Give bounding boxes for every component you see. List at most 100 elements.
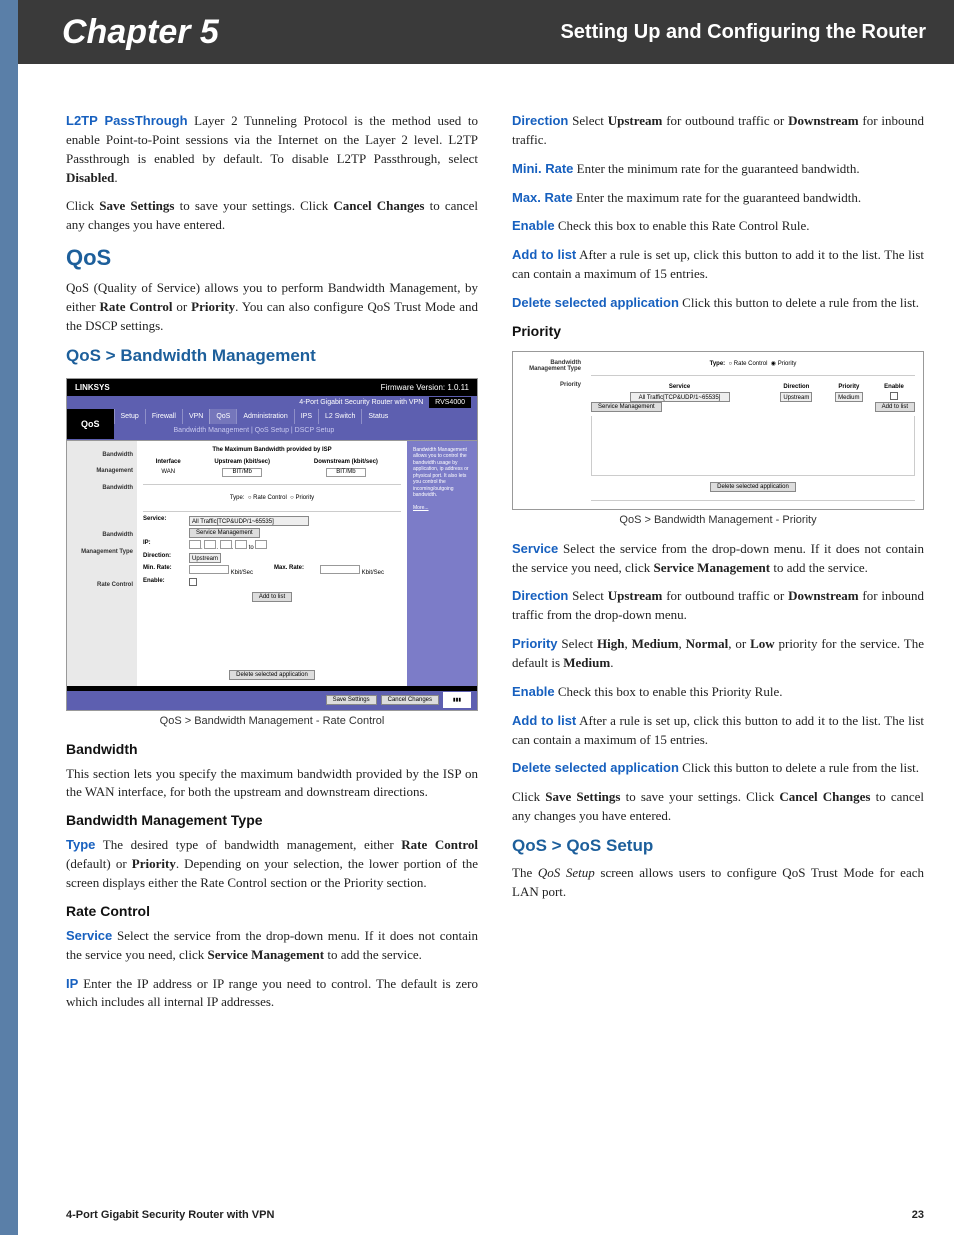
term-enable: Enable xyxy=(512,218,555,233)
text: Select xyxy=(568,113,607,128)
rate-control-form: Service: All Traffic[TCP&UDP/1~65535] Se… xyxy=(143,516,401,588)
router-product-bar: 4-Port Gigabit Security Router with VPN … xyxy=(67,396,477,409)
save-settings-button[interactable]: Save Settings xyxy=(326,695,377,705)
heading-bw-mgmt: QoS > Bandwidth Management xyxy=(66,346,478,366)
para-delete2: Delete selected application Click this b… xyxy=(512,759,924,778)
tab-vpn[interactable]: VPN xyxy=(182,409,209,424)
delete-selected-button[interactable]: Delete selected application xyxy=(710,482,796,492)
direction-label: Direction: xyxy=(143,553,185,563)
tab-qos[interactable]: QoS xyxy=(209,409,236,424)
tab-l2switch[interactable]: L2 Switch xyxy=(318,409,361,424)
left-column: L2TP PassThrough Layer 2 Tunneling Proto… xyxy=(66,112,478,1022)
text: or xyxy=(172,299,191,314)
page-footer: 4-Port Gigabit Security Router with VPN … xyxy=(66,1209,924,1221)
para-save: Click Save Settings to save your setting… xyxy=(66,197,478,235)
side-label: Bandwidth Management Type xyxy=(71,527,133,561)
router-footer: Save Settings Cancel Changes ▮▮▮ xyxy=(67,690,477,710)
text-bold: Priority xyxy=(191,299,235,314)
fig2-side-label2: Priority xyxy=(521,382,581,388)
term-l2tp: L2TP PassThrough xyxy=(66,113,188,128)
text: to save your settings. Click xyxy=(620,789,779,804)
text: Click xyxy=(512,789,545,804)
radio-priority[interactable]: Priority xyxy=(295,495,314,501)
content-area: Chapter 5 Setting Up and Configuring the… xyxy=(18,0,954,1235)
active-section-label: QoS xyxy=(67,409,114,439)
add-to-list-button[interactable]: Add to list xyxy=(875,402,915,412)
heading-ratecontrol: Rate Control xyxy=(66,903,478,919)
term-addtolist: Add to list xyxy=(512,247,576,262)
downstream-input[interactable]: BIT/Mb xyxy=(326,468,366,477)
figure-priority: Bandwidth Management Type Type: ○ Rate C… xyxy=(512,351,924,510)
text: for outbound traffic or xyxy=(662,588,788,603)
fig2-side-label1: Bandwidth Management Type xyxy=(521,360,581,372)
term-service2: Service xyxy=(512,541,558,556)
ip-input[interactable] xyxy=(189,540,201,549)
term-direction2: Direction xyxy=(512,588,568,603)
col-downstream: Downstream (kbit/sec) xyxy=(291,457,401,467)
text-bold: Rate Control xyxy=(100,299,173,314)
ip-input[interactable] xyxy=(204,540,216,549)
term-direction: Direction xyxy=(512,113,568,128)
footer-product: 4-Port Gigabit Security Router with VPN xyxy=(66,1209,274,1221)
ip-input[interactable] xyxy=(220,540,232,549)
service-select[interactable]: All Traffic[TCP&UDP/1~65535] xyxy=(630,392,730,402)
priority-rule-list[interactable] xyxy=(591,416,915,476)
para-minirate: Mini. Rate Enter the minimum rate for th… xyxy=(512,160,924,179)
tab-firewall[interactable]: Firewall xyxy=(145,409,182,424)
text-bold: High xyxy=(597,636,624,651)
heading-qos: QoS xyxy=(66,245,478,271)
tab-setup[interactable]: Setup xyxy=(114,409,145,424)
max-rate-input[interactable] xyxy=(320,565,360,574)
direction-select[interactable]: Upstream xyxy=(780,392,812,402)
text: to add the service. xyxy=(324,947,422,962)
tab-status[interactable]: Status xyxy=(361,409,394,424)
term-enable2: Enable xyxy=(512,684,555,699)
type-label: Type: xyxy=(230,495,245,501)
para-addtolist: Add to list After a rule is set up, clic… xyxy=(512,246,924,284)
enable-checkbox[interactable] xyxy=(890,392,898,400)
text-bold: Priority xyxy=(132,856,176,871)
unit: Kbit/Sec xyxy=(362,570,384,576)
term-type: Type xyxy=(66,837,95,852)
col-interface: Interface xyxy=(143,457,193,467)
text-italic: QoS Setup xyxy=(538,865,595,880)
heading-bandwidth: Bandwidth xyxy=(66,741,478,757)
service-label: Service: xyxy=(143,516,185,526)
text: Check this box to enable this Rate Contr… xyxy=(555,218,810,233)
rule-list[interactable] xyxy=(143,606,401,666)
text: . xyxy=(610,655,613,670)
type-label: Type: xyxy=(710,361,726,367)
ip-input[interactable] xyxy=(235,540,247,549)
delete-selected-button[interactable]: Delete selected application xyxy=(229,670,315,680)
cancel-changes-button[interactable]: Cancel Changes xyxy=(381,695,439,705)
side-label: Rate Control xyxy=(71,577,133,594)
service-management-button[interactable]: Service Management xyxy=(189,528,260,538)
para-bandwidth: This section lets you specify the maximu… xyxy=(66,765,478,803)
service-management-button[interactable]: Service Management xyxy=(591,402,662,412)
add-to-list-button[interactable]: Add to list xyxy=(252,592,292,602)
text: Click xyxy=(66,198,99,213)
radio-rate-control[interactable]: Rate Control xyxy=(734,361,768,367)
text-bold: Service Management xyxy=(654,560,771,575)
brand-logo: LINKSYS xyxy=(75,383,110,392)
ip-input[interactable] xyxy=(255,540,267,549)
radio-rate-control[interactable]: Rate Control xyxy=(253,495,287,501)
para-l2tp: L2TP PassThrough Layer 2 Tunneling Proto… xyxy=(66,112,478,187)
heading-qos-setup: QoS > QoS Setup xyxy=(512,836,924,856)
priority-select[interactable]: Medium xyxy=(835,392,862,402)
min-rate-input[interactable] xyxy=(189,565,229,574)
text: for outbound traffic or xyxy=(662,113,788,128)
radio-priority[interactable]: Priority xyxy=(778,361,797,367)
tab-ips[interactable]: IPS xyxy=(294,409,318,424)
para-qos-intro: QoS (Quality of Service) allows you to p… xyxy=(66,279,478,336)
upstream-input[interactable]: BIT/Mb xyxy=(222,468,262,477)
enable-checkbox[interactable] xyxy=(189,578,197,586)
direction-select[interactable]: Upstream xyxy=(189,553,221,563)
sub-tabs[interactable]: Bandwidth Management | QoS Setup | DSCP … xyxy=(114,424,477,440)
help-text: Bandwidth Management allows you to contr… xyxy=(413,447,471,499)
tab-admin[interactable]: Administration xyxy=(236,409,293,424)
service-select[interactable]: All Traffic[TCP&UDP/1~65535] xyxy=(189,516,309,526)
more-link[interactable]: More... xyxy=(413,505,471,512)
para-priority: Priority Select High, Medium, Normal, or… xyxy=(512,635,924,673)
text-bold: Save Settings xyxy=(545,789,620,804)
